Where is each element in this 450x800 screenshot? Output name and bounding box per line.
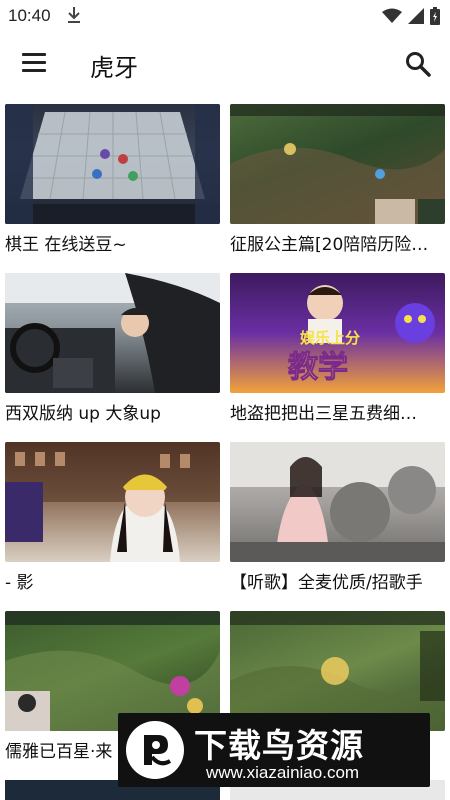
stream-title: 征服公主篇[20陪陪历险… [230, 235, 429, 255]
stream-card[interactable]: 征服公主篇[20陪陪历险… [230, 104, 445, 272]
stream-title: 棋王 在线送豆~ [5, 235, 127, 255]
thumbnail-overlay-main: 教学 [288, 350, 348, 385]
stream-title: 西双版纳 up 大象up [5, 404, 161, 424]
stream-title: 地盗把把出三星五费细… [230, 404, 417, 424]
stream-card[interactable]: - 影 [5, 442, 220, 610]
stream-thumbnail [5, 104, 220, 224]
stream-thumbnail [230, 104, 445, 224]
stream-card[interactable]: 娱乐上分 教学 地盗把把出三星五费细… [230, 273, 445, 441]
stream-card[interactable]: 棋王 在线送豆~ [5, 104, 220, 272]
stream-title: 【听歌】全麦优质/招歌手 [230, 573, 423, 593]
status-bar: 10:40 [0, 0, 450, 32]
watermark-url: www.xiazainiao.com [206, 763, 360, 782]
stream-thumbnail [230, 442, 445, 562]
stream-card[interactable]: 西双版纳 up 大象up [5, 273, 220, 441]
watermark-banner: 下载鸟资源 www.xiazainiao.com [118, 713, 430, 787]
thumbnail-overlay-top: 娱乐上分 [300, 329, 360, 347]
status-time: 10:40 [8, 6, 51, 25]
search-icon[interactable] [404, 50, 432, 78]
app-bar: 虎牙 [0, 32, 450, 98]
watermark-logo-icon [126, 721, 184, 779]
stream-thumbnail [5, 442, 220, 562]
stream-card[interactable]: 【听歌】全麦优质/招歌手 [230, 442, 445, 610]
status-icons [382, 6, 440, 26]
menu-icon[interactable] [22, 53, 48, 75]
stream-thumbnail [5, 273, 220, 393]
stream-thumbnail: 娱乐上分 教学 [230, 273, 445, 393]
battery-icon [430, 7, 440, 25]
signal-icon [408, 8, 424, 24]
stream-title: - 影 [5, 573, 34, 593]
watermark-name: 下载鸟资源 [194, 726, 364, 765]
app-title: 虎牙 [90, 54, 138, 82]
wifi-icon [382, 8, 402, 23]
download-icon [68, 7, 80, 23]
